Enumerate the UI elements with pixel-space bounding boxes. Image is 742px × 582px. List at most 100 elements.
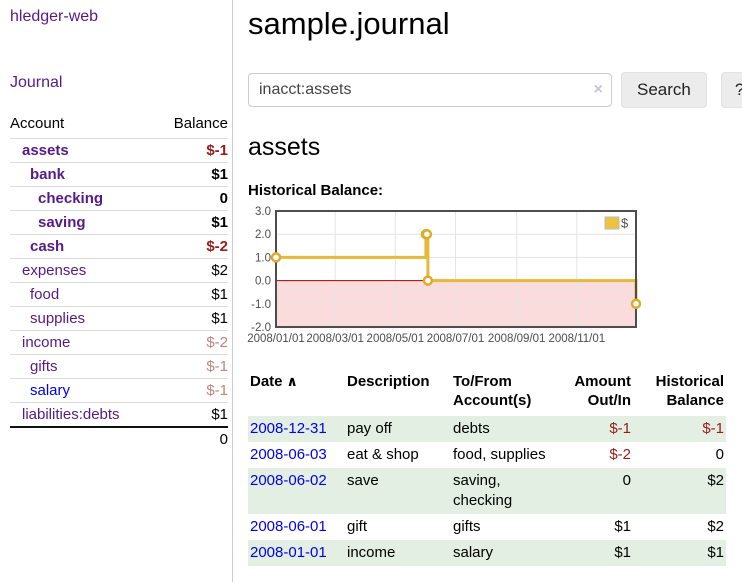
register-header-tofrom: To/From Account(s) <box>451 370 551 416</box>
register-header-description: Description <box>345 370 451 416</box>
chart-title: Historical Balance: <box>248 182 742 199</box>
sort-asc-icon: ∧ <box>287 373 298 389</box>
account-link-supplies[interactable]: supplies <box>30 310 85 327</box>
app-brand-link[interactable]: hledger-web <box>10 8 228 26</box>
transaction-balance: 0 <box>633 442 726 468</box>
transaction-balance: $1 <box>633 540 726 566</box>
account-balance: $-2 <box>156 235 228 259</box>
help-button[interactable]: ? <box>721 72 742 108</box>
transaction-accounts: food, supplies <box>451 442 551 468</box>
transaction-balance: $2 <box>633 468 726 514</box>
accounts-total-row: 0 <box>10 427 228 451</box>
accounts-header-account: Account <box>10 112 156 139</box>
main-content: sample.journal × Search ? assets Histori… <box>233 0 742 582</box>
transaction-amount: $1 <box>551 514 633 540</box>
transaction-accounts: gifts <box>451 514 551 540</box>
svg-text:2008/03/01: 2008/03/01 <box>306 333 364 345</box>
account-balance: $1 <box>156 307 228 331</box>
account-balance: $-2 <box>156 331 228 355</box>
clear-search-icon[interactable]: × <box>594 81 603 99</box>
account-balance: $-1 <box>156 139 228 163</box>
account-heading: assets <box>248 133 742 162</box>
transaction-description: income <box>345 540 451 566</box>
account-balance: $-1 <box>156 379 228 403</box>
transaction-accounts: debts <box>451 416 551 442</box>
register-row: 2008-01-01 income salary $1 $1 <box>248 540 726 566</box>
account-row-salary: salary $-1 <box>10 379 228 403</box>
accounts-total-balance: 0 <box>156 427 228 451</box>
register-table: Date∧ Description To/From Account(s) Amo… <box>248 370 726 566</box>
transaction-description: gift <box>345 514 451 540</box>
transaction-balance: $2 <box>633 514 726 540</box>
account-balance: $1 <box>156 211 228 235</box>
sidebar-item-journal[interactable]: Journal <box>10 74 228 92</box>
search-form: × Search ? <box>248 72 742 108</box>
account-link-liabilities-debts[interactable]: liabilities:debts <box>22 406 120 423</box>
account-balance: $2 <box>156 259 228 283</box>
transaction-date-link[interactable]: 2008-06-01 <box>250 518 327 535</box>
transaction-amount: $-1 <box>551 416 633 442</box>
accounts-header-row: Account Balance <box>10 112 228 139</box>
transaction-accounts: salary <box>451 540 551 566</box>
transaction-balance: $-1 <box>633 416 726 442</box>
register-header-balance: Historical Balance <box>633 370 726 416</box>
transaction-date-link[interactable]: 2008-06-03 <box>250 446 327 463</box>
register-row: 2008-12-31 pay off debts $-1 $-1 <box>248 416 726 442</box>
svg-text:1.0: 1.0 <box>255 252 271 264</box>
register-row: 2008-06-01 gift gifts $1 $2 <box>248 514 726 540</box>
account-row-assets: assets $-1 <box>10 139 228 163</box>
account-row-bank: bank $1 <box>10 163 228 187</box>
svg-text:0.0: 0.0 <box>255 276 271 288</box>
account-link-saving[interactable]: saving <box>38 214 86 231</box>
svg-text:2.0: 2.0 <box>255 229 271 241</box>
transaction-amount: 0 <box>551 468 633 514</box>
account-balance: $1 <box>156 403 228 428</box>
search-input[interactable] <box>248 73 612 107</box>
account-link-salary[interactable]: salary <box>30 382 70 399</box>
account-balance: 0 <box>156 187 228 211</box>
accounts-header-balance: Balance <box>156 112 228 139</box>
account-link-gifts[interactable]: gifts <box>30 358 58 375</box>
account-link-cash[interactable]: cash <box>30 238 64 255</box>
svg-text:2008/11/01: 2008/11/01 <box>548 333 605 345</box>
svg-text:2008/07/01: 2008/07/01 <box>427 333 485 345</box>
account-row-checking: checking 0 <box>10 187 228 211</box>
account-row-food: food $1 <box>10 283 228 307</box>
page-title: sample.journal <box>248 6 742 42</box>
register-row: 2008-06-02 save saving, checking 0 $2 <box>248 468 726 514</box>
accounts-table: Account Balance assets $-1 bank $1 check… <box>10 112 228 451</box>
transaction-amount: $1 <box>551 540 633 566</box>
account-link-expenses[interactable]: expenses <box>22 262 86 279</box>
transaction-description: eat & shop <box>345 442 451 468</box>
transaction-date-link[interactable]: 2008-06-02 <box>250 472 327 489</box>
account-row-gifts: gifts $-1 <box>10 355 228 379</box>
account-row-income: income $-2 <box>10 331 228 355</box>
account-row-saving: saving $1 <box>10 211 228 235</box>
account-link-assets[interactable]: assets <box>22 142 69 159</box>
register-header-date[interactable]: Date∧ <box>248 370 345 416</box>
svg-text:-1.0: -1.0 <box>251 299 271 311</box>
transaction-date-link[interactable]: 2008-01-01 <box>250 544 327 561</box>
account-balance: $1 <box>156 283 228 307</box>
search-button[interactable]: Search <box>621 72 707 108</box>
svg-text:2008/09/01: 2008/09/01 <box>488 333 546 345</box>
svg-text:2008/05/01: 2008/05/01 <box>367 333 425 345</box>
register-row: 2008-06-03 eat & shop food, supplies $-2… <box>248 442 726 468</box>
transaction-description: pay off <box>345 416 451 442</box>
account-link-bank[interactable]: bank <box>30 166 65 183</box>
register-header-row: Date∧ Description To/From Account(s) Amo… <box>248 370 726 416</box>
svg-text:3.0: 3.0 <box>255 206 271 218</box>
account-row-cash: cash $-2 <box>10 235 228 259</box>
transaction-date-link[interactable]: 2008-12-31 <box>250 420 327 437</box>
account-link-food[interactable]: food <box>30 286 59 303</box>
transaction-accounts: saving, checking <box>451 468 551 514</box>
account-link-checking[interactable]: checking <box>38 190 103 207</box>
account-link-income[interactable]: income <box>22 334 70 351</box>
register-header-amount: Amount Out/In <box>551 370 633 416</box>
svg-text:$: $ <box>621 216 629 231</box>
transaction-amount: $-2 <box>551 442 633 468</box>
account-row-supplies: supplies $1 <box>10 307 228 331</box>
sidebar: hledger-web Journal Account Balance asse… <box>0 0 233 582</box>
account-balance: $1 <box>156 163 228 187</box>
account-row-liabilities-debts: liabilities:debts $1 <box>10 403 228 428</box>
